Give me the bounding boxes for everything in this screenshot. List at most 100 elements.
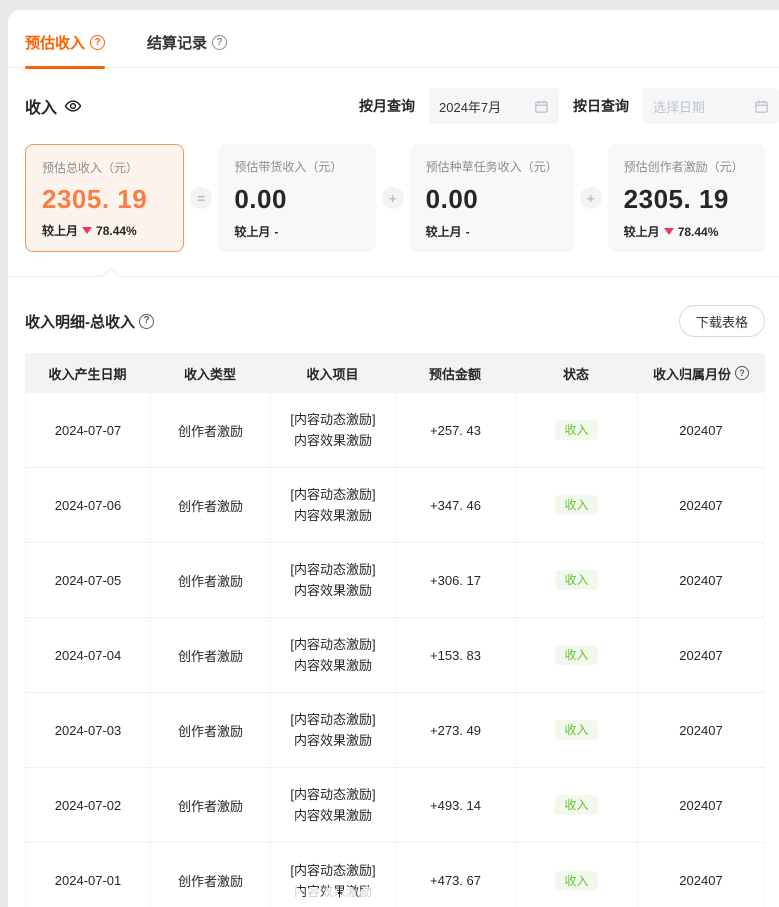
card-title: 预估种草任务收入（元）	[426, 158, 558, 175]
project-line-2: 内容效果激励	[294, 881, 372, 902]
arrow-down-icon	[82, 227, 92, 234]
month-picker[interactable]: 2024年7月	[429, 88, 559, 124]
cell-month: 202407	[638, 693, 764, 767]
plus-icon: +	[382, 187, 404, 209]
cell-type: 创作者激励	[151, 393, 271, 467]
cell-month: 202407	[638, 393, 764, 467]
cell-project: [内容动态激励] 内容效果激励	[271, 843, 396, 907]
card-seeding-task-income[interactable]: 预估种草任务收入（元） 0.00 较上月 -	[410, 144, 574, 252]
card-value: 2305. 19	[42, 184, 167, 215]
month-picker-value: 2024年7月	[439, 97, 501, 116]
status-badge: 收入	[555, 420, 597, 440]
calendar-icon	[754, 99, 769, 114]
cell-date: 2024-07-03	[26, 693, 151, 767]
cards-detail-divider	[8, 276, 779, 277]
calendar-icon	[534, 99, 549, 114]
day-query-label: 按日查询	[573, 96, 629, 116]
cell-date: 2024-07-02	[26, 768, 151, 842]
help-icon[interactable]: ?	[90, 35, 105, 50]
project-line-2: 内容效果激励	[294, 430, 372, 451]
tab-settlement-records-label: 结算记录	[147, 32, 207, 53]
main-panel: 预估收入 ? 结算记录 ? 收入 按月查询 2024年7月 按日查询	[8, 10, 779, 907]
card-total-income[interactable]: 预估总收入（元） 2305. 19 较上月 78.44%	[25, 144, 184, 252]
project-line-1: [内容动态激励]	[290, 709, 375, 730]
table-row[interactable]: 2024-07-02 创作者激励 [内容动态激励] 内容效果激励 +493. 1…	[26, 768, 764, 843]
tab-estimated-income-label: 预估收入	[25, 32, 85, 53]
cell-status: 收入	[516, 393, 638, 467]
cell-date: 2024-07-01	[26, 843, 151, 907]
cell-type: 创作者激励	[151, 843, 271, 907]
cell-month: 202407	[638, 768, 764, 842]
card-title: 预估带货收入（元）	[234, 158, 359, 175]
table-row[interactable]: 2024-07-05 创作者激励 [内容动态激励] 内容效果激励 +306. 1…	[26, 543, 764, 618]
status-badge: 收入	[555, 720, 597, 740]
cell-status: 收入	[516, 693, 638, 767]
cell-type: 创作者激励	[151, 618, 271, 692]
table-row[interactable]: 2024-07-07 创作者激励 [内容动态激励] 内容效果激励 +257. 4…	[26, 393, 764, 468]
detail-pointer-notch	[101, 267, 119, 285]
download-table-button[interactable]: 下载表格	[679, 305, 765, 337]
help-icon[interactable]: ?	[212, 35, 227, 50]
project-line-1: [内容动态激励]	[290, 559, 375, 580]
help-icon[interactable]: ?	[139, 314, 154, 329]
table-row[interactable]: 2024-07-06 创作者激励 [内容动态激励] 内容效果激励 +347. 4…	[26, 468, 764, 543]
income-detail-table: 收入产生日期 收入类型 收入项目 预估金额 状态 收入归属月份 ? 2024-0…	[25, 353, 765, 907]
table-row[interactable]: 2024-07-01 创作者激励 [内容动态激励] 内容效果激励 +473. 6…	[26, 843, 764, 907]
project-line-1: [内容动态激励]	[290, 409, 375, 430]
cell-status: 收入	[516, 843, 638, 907]
col-header-project: 收入项目	[270, 364, 395, 383]
tab-settlement-records[interactable]: 结算记录 ?	[147, 32, 227, 67]
card-value: 0.00	[234, 184, 359, 215]
project-line-2: 内容效果激励	[294, 730, 372, 751]
cell-date: 2024-07-07	[26, 393, 151, 467]
cell-amount: +153. 83	[396, 618, 516, 692]
status-badge: 收入	[555, 795, 597, 815]
income-filter-row: 收入 按月查询 2024年7月 按日查询 选择日期	[8, 68, 779, 124]
project-line-1: [内容动态激励]	[290, 784, 375, 805]
help-icon[interactable]: ?	[735, 366, 749, 380]
card-title: 预估总收入（元）	[42, 159, 167, 176]
tab-estimated-income[interactable]: 预估收入 ?	[25, 32, 105, 67]
cell-amount: +473. 67	[396, 843, 516, 907]
cell-month: 202407	[638, 543, 764, 617]
project-line-1: [内容动态激励]	[290, 484, 375, 505]
cell-amount: +257. 43	[396, 393, 516, 467]
cell-date: 2024-07-05	[26, 543, 151, 617]
card-delta: 较上月 78.44%	[624, 223, 749, 240]
card-delta: 较上月 -	[426, 223, 558, 240]
day-picker[interactable]: 选择日期	[643, 88, 779, 124]
cell-month: 202407	[638, 843, 764, 907]
table-row[interactable]: 2024-07-03 创作者激励 [内容动态激励] 内容效果激励 +273. 4…	[26, 693, 764, 768]
project-line-1: [内容动态激励]	[290, 860, 375, 881]
cell-status: 收入	[516, 618, 638, 692]
cell-status: 收入	[516, 768, 638, 842]
eye-icon[interactable]	[64, 97, 82, 115]
equals-icon: =	[190, 187, 212, 209]
table-row[interactable]: 2024-07-04 创作者激励 [内容动态激励] 内容效果激励 +153. 8…	[26, 618, 764, 693]
cell-project: [内容动态激励] 内容效果激励	[271, 543, 396, 617]
col-header-date: 收入产生日期	[25, 364, 150, 383]
card-value: 2305. 19	[624, 184, 749, 215]
status-badge: 收入	[555, 495, 597, 515]
card-sales-income[interactable]: 预估带货收入（元） 0.00 较上月 -	[218, 144, 375, 252]
tab-bar: 预估收入 ? 结算记录 ?	[8, 10, 779, 68]
plus-icon: +	[580, 187, 602, 209]
table-header-row: 收入产生日期 收入类型 收入项目 预估金额 状态 收入归属月份 ?	[25, 353, 765, 393]
summary-cards: 预估总收入（元） 2305. 19 较上月 78.44% = 预估带货收入（元）…	[25, 144, 765, 252]
project-line-2: 内容效果激励	[294, 655, 372, 676]
cell-project: [内容动态激励] 内容效果激励	[271, 618, 396, 692]
card-delta: 较上月 -	[234, 223, 359, 240]
cell-type: 创作者激励	[151, 693, 271, 767]
cell-amount: +306. 17	[396, 543, 516, 617]
cell-amount: +273. 49	[396, 693, 516, 767]
card-creator-incentive[interactable]: 预估创作者激励（元） 2305. 19 较上月 78.44%	[608, 144, 765, 252]
status-badge: 收入	[555, 570, 597, 590]
col-header-month: 收入归属月份 ?	[637, 364, 765, 383]
income-title: 收入	[25, 94, 82, 118]
status-badge: 收入	[555, 871, 597, 891]
cell-amount: +347. 46	[396, 468, 516, 542]
col-header-amount: 预估金额	[395, 364, 515, 383]
cell-project: [内容动态激励] 内容效果激励	[271, 468, 396, 542]
card-value: 0.00	[426, 184, 558, 215]
day-picker-placeholder: 选择日期	[653, 97, 705, 116]
